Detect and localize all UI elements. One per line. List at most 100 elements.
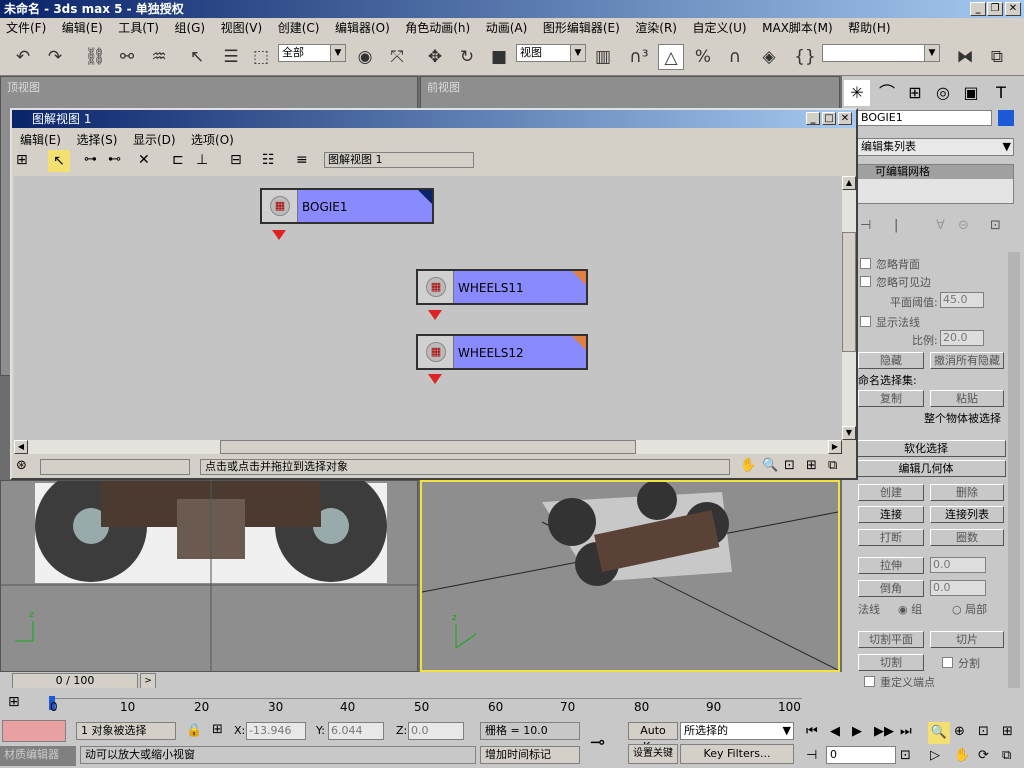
- track-bar-icon[interactable]: ⊞: [8, 694, 20, 710]
- menu-views[interactable]: 视图(V): [215, 18, 269, 38]
- dialog-menu-display[interactable]: 显示(D): [127, 130, 182, 150]
- planar-threshold-spinner[interactable]: 45.0: [940, 292, 984, 308]
- select-rotate-icon[interactable]: ↻: [454, 44, 480, 70]
- material-editor-taskbar[interactable]: 材质编辑器: [0, 746, 76, 766]
- scroll-right-icon[interactable]: ▶: [828, 440, 842, 454]
- close-button[interactable]: ✕: [1005, 2, 1021, 16]
- maximize-viewport-icon[interactable]: ⧉: [1002, 748, 1011, 763]
- rect-region-icon[interactable]: ⬚: [248, 44, 274, 70]
- zoom-extents-viewport-icon[interactable]: ⊡: [978, 724, 989, 739]
- zoom-viewport-icon[interactable]: 🔍: [928, 722, 950, 744]
- menu-file[interactable]: 文件(F): [0, 18, 52, 38]
- refine-ends-checkbox[interactable]: [864, 676, 875, 687]
- hide-button[interactable]: 隐藏: [858, 352, 924, 369]
- link-icon[interactable]: ⛓: [82, 44, 108, 70]
- viewport-perspective[interactable]: z: [420, 480, 840, 672]
- dialog-menu-edit[interactable]: 编辑(E): [14, 130, 67, 150]
- node-bogie1[interactable]: ▦ BOGIE1: [260, 188, 434, 224]
- fov-icon[interactable]: ▷: [930, 748, 940, 763]
- percent-snap-icon[interactable]: %: [690, 44, 716, 70]
- menu-modifiers[interactable]: 编辑器(O): [329, 18, 396, 38]
- copy-button[interactable]: 复制: [858, 390, 924, 407]
- select-by-name-icon[interactable]: ☰: [218, 44, 244, 70]
- key-mode-toggle-icon[interactable]: ⊣: [806, 748, 817, 763]
- remove-modifier-icon[interactable]: ⊝: [958, 218, 969, 233]
- edit-geometry-rollout[interactable]: 编辑几何体: [846, 460, 1006, 477]
- lock-selection-icon[interactable]: 🔒: [186, 723, 202, 738]
- turn-button[interactable]: 圈数: [930, 529, 1004, 546]
- time-slider[interactable]: 0 / 100: [12, 673, 138, 689]
- key-mode-dropdown[interactable]: 所选择的 ▼: [680, 722, 794, 740]
- expand-arrow-icon[interactable]: [272, 230, 286, 240]
- list-views-icon[interactable]: ≡: [296, 152, 308, 168]
- status-input[interactable]: [40, 459, 190, 475]
- goto-end-icon[interactable]: ⏭: [900, 724, 912, 739]
- chamfer-button[interactable]: 倒角: [858, 580, 924, 597]
- pan-hand-icon[interactable]: ✋: [740, 458, 756, 473]
- time-config-icon[interactable]: ⊡: [900, 748, 911, 763]
- menu-animation[interactable]: 动画(A): [480, 18, 534, 38]
- normal-group-radio[interactable]: ◉ 组: [898, 601, 922, 617]
- transform-mode-icon[interactable]: ⊞: [212, 722, 223, 737]
- dialog-minimize-button[interactable]: _: [806, 112, 820, 125]
- maxscript-listener[interactable]: [2, 720, 66, 742]
- menu-tools[interactable]: 工具(T): [112, 18, 165, 38]
- motion-tab-icon[interactable]: ◎: [930, 80, 956, 106]
- prev-frame-icon[interactable]: ◀: [830, 724, 840, 739]
- key-filters-button[interactable]: Key Filters...: [680, 744, 794, 764]
- ignore-visible-edges-checkbox[interactable]: [860, 276, 871, 287]
- menu-maxscript[interactable]: MAX脚本(M): [756, 18, 839, 38]
- show-normals-checkbox[interactable]: [860, 316, 871, 327]
- attach-button[interactable]: 连接: [858, 506, 924, 523]
- zoom-all-icon[interactable]: ⊕: [954, 724, 965, 739]
- menu-create[interactable]: 创建(C): [272, 18, 326, 38]
- stack-item-editable-mesh[interactable]: 可编辑网格: [857, 165, 1013, 179]
- delete-objects-icon[interactable]: ✕: [138, 152, 150, 168]
- named-sel-icon[interactable]: {}: [792, 44, 818, 70]
- arc-rotate-icon[interactable]: ⟳: [978, 748, 989, 763]
- zoom-icon[interactable]: 🔍: [762, 458, 778, 473]
- unlink-icon[interactable]: ⚯: [114, 44, 140, 70]
- normal-local-radio[interactable]: ○ 局部: [952, 601, 987, 617]
- slice-plane-button[interactable]: 切割平面: [858, 631, 924, 648]
- redo-icon[interactable]: ↷: [42, 44, 68, 70]
- move-icon[interactable]: ⤧: [384, 44, 410, 70]
- zoom-extents-all-icon[interactable]: ⊞: [1002, 724, 1013, 739]
- menu-help[interactable]: 帮助(H): [842, 18, 896, 38]
- utilities-tab-icon[interactable]: T: [988, 80, 1014, 106]
- node-wheels11[interactable]: ▦ WHEELS11: [416, 269, 588, 305]
- create-button[interactable]: 创建: [858, 484, 924, 501]
- make-unique-icon[interactable]: ∀: [936, 218, 945, 233]
- configure-sets-icon[interactable]: ⊡: [990, 218, 1001, 233]
- paste-button[interactable]: 粘贴: [930, 390, 1004, 407]
- play-icon[interactable]: ▶: [852, 724, 862, 739]
- set-key-button[interactable]: 设置关键帧: [628, 744, 678, 764]
- menu-character[interactable]: 角色动画(h): [399, 18, 476, 38]
- vertical-scrollbar[interactable]: ▲ ▼: [842, 176, 856, 440]
- viewport-left[interactable]: z: [0, 470, 419, 673]
- cut-button[interactable]: 切割: [858, 654, 924, 671]
- current-frame-field[interactable]: 0: [826, 746, 896, 764]
- delete-button[interactable]: 删除: [930, 484, 1004, 501]
- pan-viewport-icon[interactable]: ✋: [954, 748, 970, 763]
- menu-graph-editors[interactable]: 图形编辑器(E): [537, 18, 626, 38]
- slice-button[interactable]: 切片: [930, 631, 1004, 648]
- track-bar[interactable]: ⊞: [0, 692, 1024, 714]
- create-tab-icon[interactable]: ✳: [844, 80, 870, 106]
- selection-filter-dropdown[interactable]: 全部 ▼: [278, 44, 346, 62]
- next-frame-icon[interactable]: >: [140, 673, 156, 689]
- add-time-tag-button[interactable]: 增加时间标记: [480, 746, 580, 764]
- schematic-canvas[interactable]: ▦ BOGIE1 ▦ WHEELS11 ▦ WHEELS12: [14, 176, 842, 440]
- show-end-result-icon[interactable]: |: [894, 218, 898, 233]
- object-color-swatch[interactable]: [998, 110, 1014, 126]
- horizontal-scrollbar[interactable]: ◀ ▶: [14, 440, 842, 454]
- arrange-icon[interactable]: ☷: [262, 152, 275, 168]
- display-floater-icon[interactable]: ⊞: [16, 152, 28, 168]
- mirror-icon[interactable]: ⧓: [952, 44, 978, 70]
- modifier-list-dropdown[interactable]: 编辑集列表 ▼: [856, 138, 1014, 156]
- extrude-button[interactable]: 拉伸: [858, 557, 924, 574]
- unhide-all-button[interactable]: 撤消所有隐藏: [930, 352, 1004, 369]
- unlink-selected-icon[interactable]: ⊷: [108, 152, 121, 167]
- next-key-icon[interactable]: ▶▶: [874, 724, 894, 739]
- select-arrow-icon[interactable]: ↖: [184, 44, 210, 70]
